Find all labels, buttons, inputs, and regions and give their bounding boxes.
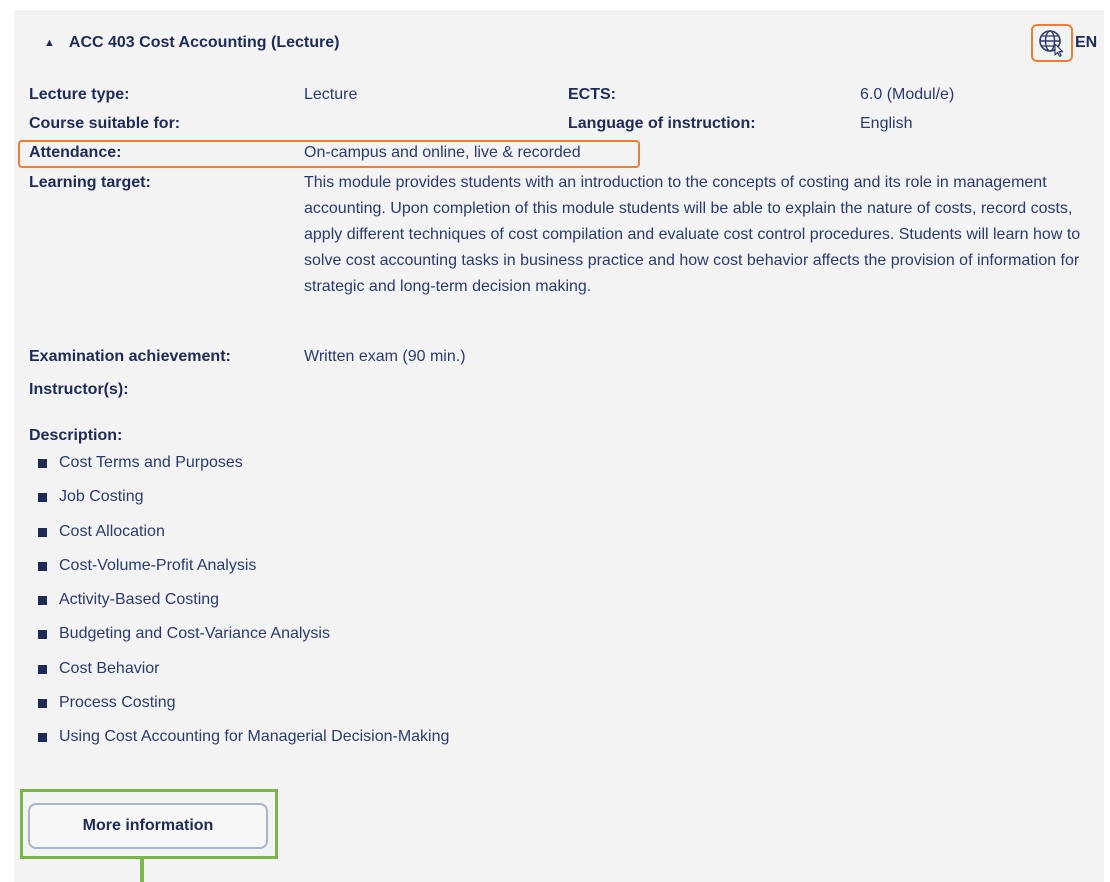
bullet-square-icon: [38, 630, 47, 640]
more-information-button[interactable]: More information: [28, 803, 268, 849]
bullet-square-icon: [38, 664, 47, 674]
learning-target-label: Learning target:: [29, 174, 151, 191]
list-item: Activity-Based Costing: [38, 591, 449, 625]
language-label: Language of instruction:: [568, 115, 756, 132]
suitable-for-label: Course suitable for:: [29, 115, 181, 132]
highlight-connector-line: [140, 859, 144, 882]
list-item: Process Costing: [38, 694, 449, 728]
bullet-square-icon: [38, 733, 47, 743]
bullet-square-icon: [38, 561, 47, 571]
list-item: Budgeting and Cost-Variance Analysis: [38, 625, 449, 659]
attendance-label: Attendance:: [29, 144, 122, 161]
bullet-square-icon: [38, 493, 47, 503]
language-switcher-button[interactable]: [1031, 24, 1073, 62]
lecture-type-value: Lecture: [304, 86, 358, 103]
ects-label: ECTS:: [568, 86, 616, 103]
list-item: Cost Allocation: [38, 523, 449, 557]
attendance-value: On-campus and online, live & recorded: [304, 144, 581, 161]
learning-target-value: This module provides students with an in…: [304, 174, 1081, 295]
bullet-square-icon: [38, 596, 47, 606]
bullet-square-icon: [38, 527, 47, 537]
description-list: Cost Terms and Purposes Job Costing Cost…: [38, 454, 449, 763]
list-item: Cost Terms and Purposes: [38, 454, 449, 488]
collapse-triangle-icon[interactable]: ▲: [44, 37, 55, 49]
list-item: Job Costing: [38, 488, 449, 522]
course-title-toggle[interactable]: ▲ ACC 403 Cost Accounting (Lecture): [44, 34, 339, 52]
instructors-label: Instructor(s):: [29, 381, 129, 398]
bullet-square-icon: [38, 459, 47, 468]
bullet-square-icon: [38, 699, 47, 709]
list-item: Cost Behavior: [38, 660, 449, 694]
list-item: Using Cost Accounting for Managerial Dec…: [38, 728, 449, 762]
examination-label: Examination achievement:: [29, 348, 231, 365]
lecture-type-label: Lecture type:: [29, 86, 130, 103]
examination-value: Written exam (90 min.): [304, 348, 466, 365]
language-code[interactable]: EN: [1075, 34, 1097, 52]
description-label: Description:: [29, 427, 123, 444]
language-value: English: [860, 115, 913, 132]
globe-cursor-icon[interactable]: [1038, 29, 1066, 57]
course-title[interactable]: ACC 403 Cost Accounting (Lecture): [69, 34, 340, 52]
list-item: Cost-Volume-Profit Analysis: [38, 557, 449, 591]
ects-value: 6.0 (Modul/e): [860, 86, 955, 103]
